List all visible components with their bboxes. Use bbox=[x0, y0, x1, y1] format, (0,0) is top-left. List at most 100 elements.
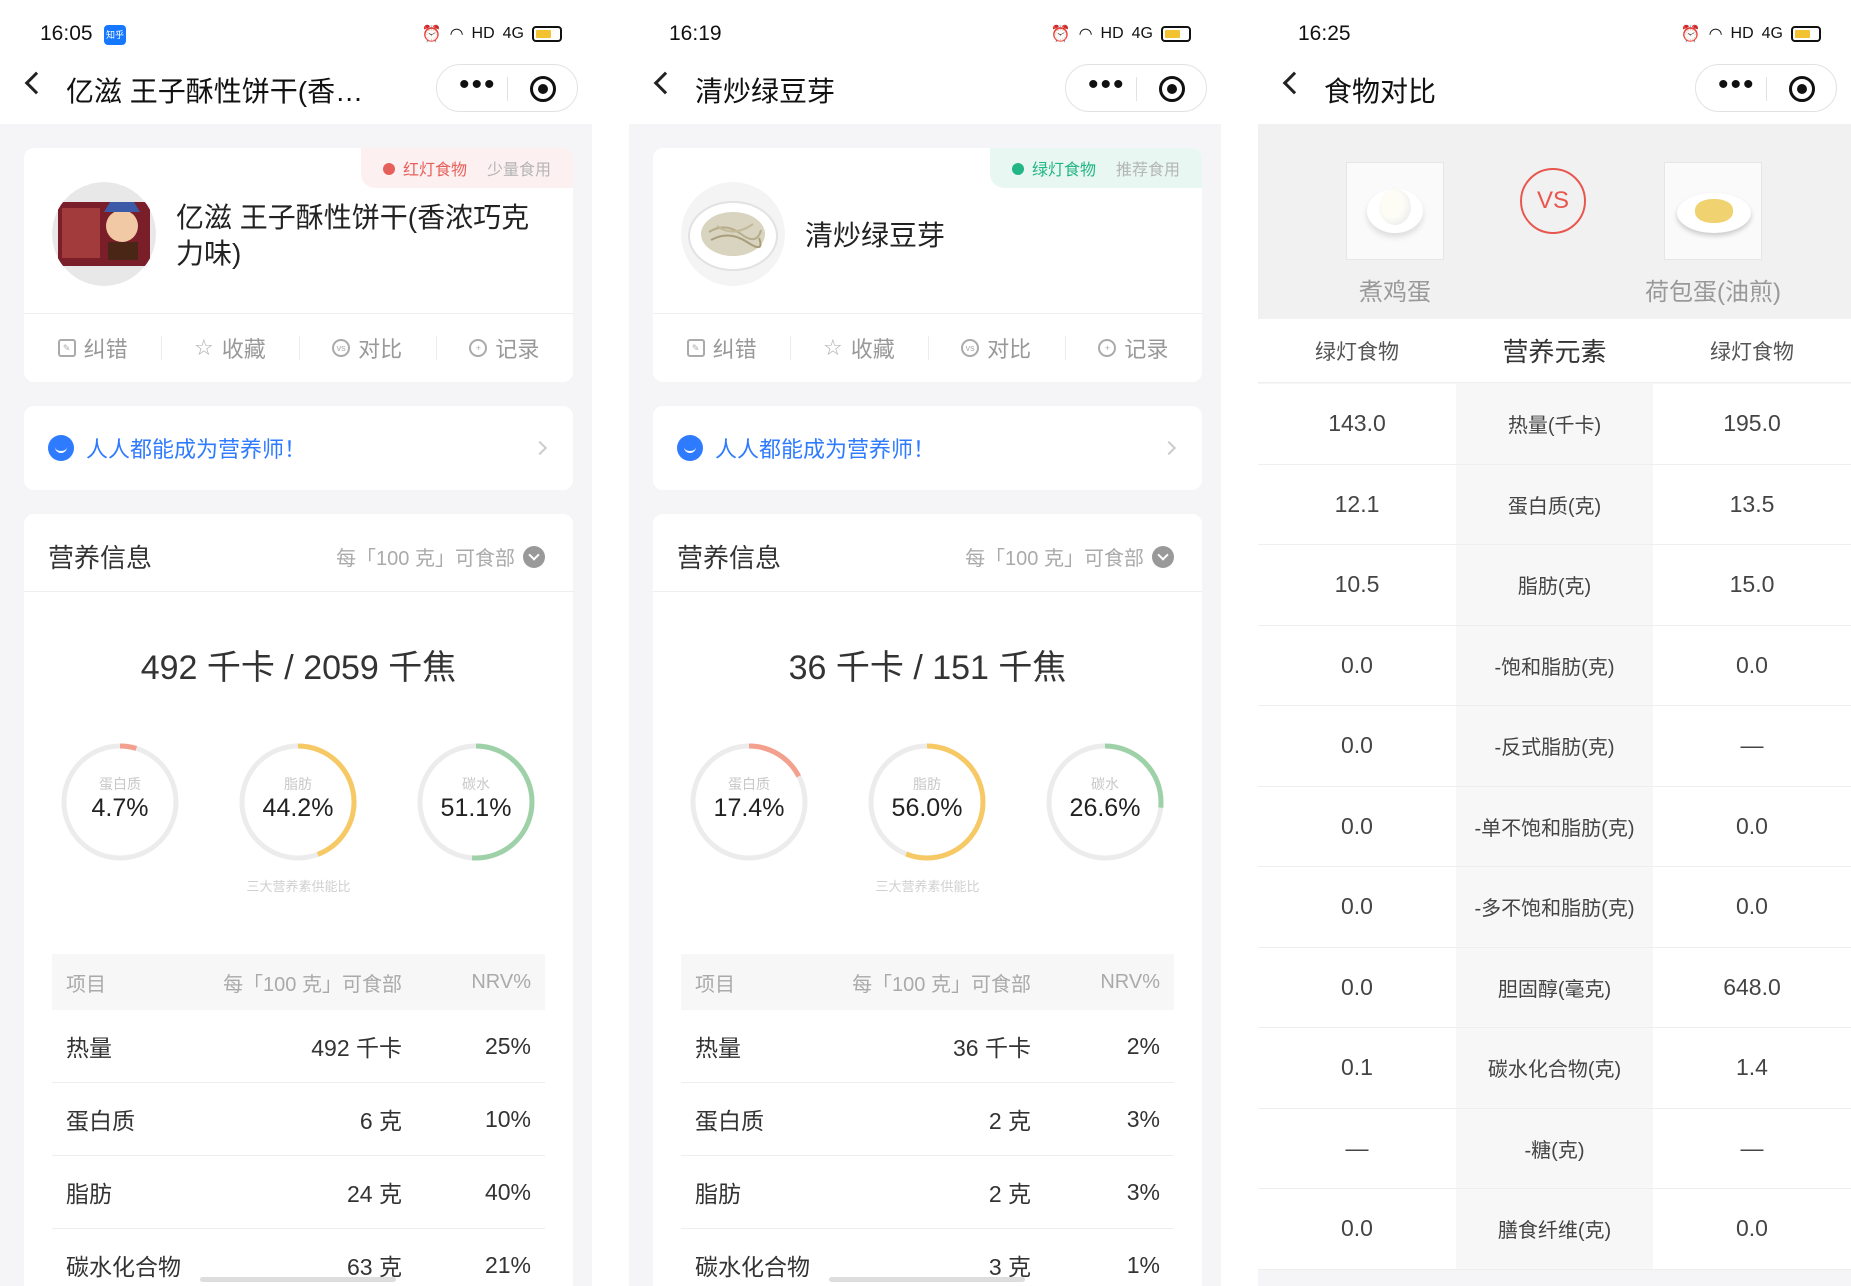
nutrition-card: 营养信息 每「100 克」可食部 36 千卡 / 151 千焦 蛋白质 17.4… bbox=[653, 514, 1202, 1286]
alarm-icon: ⏰ bbox=[421, 26, 442, 43]
energy-summary: 492 千卡 / 2059 千焦 bbox=[140, 649, 457, 687]
back-arrow-icon[interactable] bbox=[1282, 71, 1306, 95]
back-arrow-icon[interactable] bbox=[653, 71, 677, 95]
carb-ring: 碳水 26.6% bbox=[1045, 742, 1165, 862]
favorite-button[interactable]: ☆ 收藏 bbox=[161, 314, 298, 382]
protein-ring: 蛋白质 4.7% bbox=[60, 742, 180, 862]
banner-text: 人人都能成为营养师！ bbox=[86, 437, 307, 462]
correction-label: 纠错 bbox=[83, 337, 128, 362]
light-tag: 红灯食物 少量食用 bbox=[360, 148, 573, 188]
unit-selector[interactable]: 每「100 克」可食部 bbox=[336, 542, 545, 571]
status-time: 16:05 bbox=[40, 22, 93, 45]
record-button[interactable]: + 记录 bbox=[435, 314, 573, 382]
nutrient-name: 脂肪(克) bbox=[1456, 545, 1653, 625]
nutrition-header: 营养信息 每「100 克」可食部 bbox=[24, 514, 573, 592]
row-nrv: 3% bbox=[1126, 1178, 1160, 1205]
left-value: 0.0 bbox=[1341, 812, 1373, 839]
right-value: 0.0 bbox=[1736, 812, 1768, 839]
back-arrow-icon[interactable] bbox=[24, 71, 48, 95]
nutrient-name: 胆固醇(毫克) bbox=[1456, 947, 1653, 1027]
col-amount: 每「100 克」可食部 bbox=[852, 973, 1031, 996]
food-image-biscuit bbox=[52, 182, 156, 286]
app-badge: 知乎 bbox=[104, 25, 126, 45]
scroll-indicator[interactable] bbox=[200, 1277, 396, 1282]
signal-icon: 4G bbox=[502, 25, 524, 42]
left-value: 10.5 bbox=[1334, 571, 1380, 598]
col-item: 项目 bbox=[66, 973, 106, 996]
compare-table: 143.0 热量(千卡) 195.0 12.1 蛋白质(克) 13.5 10.5 脂肪(克) 1… bbox=[1258, 384, 1851, 1270]
top-bar: 16:25 ⏰ ◠ HD 4G 食物对比 ••• bbox=[1258, 0, 1851, 124]
boiled-egg-image[interactable] bbox=[1346, 162, 1444, 260]
scroll-indicator[interactable] bbox=[829, 1277, 1025, 1282]
wifi-icon: ◠ bbox=[1078, 26, 1093, 43]
more-button[interactable]: ••• bbox=[1088, 70, 1126, 100]
table-row: 0.0 -单不饱和脂肪(克) 0.0 bbox=[1258, 786, 1851, 867]
energy-summary: 36 千卡 / 151 千焦 bbox=[788, 649, 1067, 687]
correction-button[interactable]: ✎ 纠错 bbox=[653, 314, 790, 382]
col-amount: 每「100 克」可食部 bbox=[223, 973, 402, 996]
favorite-label: 收藏 bbox=[221, 337, 266, 362]
fried-egg-icon bbox=[1677, 193, 1751, 233]
table-row: 0.0 -多不饱和脂肪(克) 0.0 bbox=[1258, 867, 1851, 948]
table-row: 143.0 热量(千卡) 195.0 bbox=[1258, 384, 1851, 465]
compare-button[interactable]: vs 对比 bbox=[298, 314, 436, 382]
vs-icon: vs bbox=[332, 339, 351, 357]
right-value: 0.0 bbox=[1736, 651, 1768, 678]
food-header-card: 绿灯食物 推荐食用 清炒绿豆芽 ✎ 纠错 ☆ 收藏 vs 对比 + 记录 bbox=[653, 148, 1202, 382]
row-nrv: 2% bbox=[1126, 1032, 1160, 1059]
banner-link[interactable]: 人人都能成为营养师！ bbox=[653, 406, 1202, 490]
ratio-caption: 三大营养素供能比 bbox=[246, 879, 351, 894]
row-amount: 2 克 bbox=[988, 1181, 1031, 1207]
col-item: 项目 bbox=[695, 973, 735, 996]
right-food-name: 荷包蛋(油煎) bbox=[1645, 279, 1781, 306]
favorite-button[interactable]: ☆ 收藏 bbox=[790, 314, 927, 382]
nutrient-name: 热量(千卡) bbox=[1456, 384, 1653, 464]
nutrition-table: 项目 每「100 克」可食部 NRV% 热量 492 千卡 25% 蛋白质 6 克 10… bbox=[52, 954, 545, 1286]
left-value: 0.1 bbox=[1341, 1054, 1373, 1081]
carb-value: 51.1% bbox=[440, 794, 512, 822]
nav-title: 亿滋 王子酥性饼干(香浓... bbox=[66, 76, 386, 107]
row-nrv: 3% bbox=[1126, 1105, 1160, 1132]
record-label: 记录 bbox=[1124, 337, 1169, 362]
carb-ring: 碳水 51.1% bbox=[416, 742, 536, 862]
unit-label: 每「100 克」可食部 bbox=[336, 548, 515, 570]
row-amount: 6 克 bbox=[359, 1108, 402, 1134]
hd-label: HD bbox=[1100, 25, 1124, 42]
left-value: 0.0 bbox=[1341, 973, 1373, 1000]
more-button[interactable]: ••• bbox=[459, 70, 497, 100]
top-bar: 16:19 ⏰ ◠ HD 4G 清炒绿豆芽 ••• bbox=[629, 0, 1221, 124]
table-row: 脂肪 2 克 3% bbox=[681, 1156, 1174, 1229]
right-value: 0.0 bbox=[1736, 893, 1768, 920]
favorite-label: 收藏 bbox=[850, 337, 895, 362]
nutrient-name: 膳食纤维(克) bbox=[1456, 1189, 1653, 1269]
compare-button[interactable]: vs 对比 bbox=[927, 314, 1065, 382]
food-name: 亿滋 王子酥性饼干(香浓巧克力味) bbox=[176, 202, 530, 269]
compare-table-header: 绿灯食物 营养元素 绿灯食物 bbox=[1258, 319, 1851, 383]
more-button[interactable]: ••• bbox=[1718, 70, 1756, 100]
close-target-icon[interactable] bbox=[530, 76, 556, 102]
table-row: 0.0 胆固醇(毫克) 648.0 bbox=[1258, 947, 1851, 1028]
row-amount: 2 克 bbox=[988, 1108, 1031, 1134]
record-button[interactable]: + 记录 bbox=[1064, 314, 1202, 382]
table-row: 10.5 脂肪(克) 15.0 bbox=[1258, 545, 1851, 626]
food-image-bean-sprouts bbox=[681, 182, 785, 286]
nutrition-title: 营养信息 bbox=[677, 543, 782, 573]
unit-selector[interactable]: 每「100 克」可食部 bbox=[965, 542, 1174, 571]
compare-label: 对比 bbox=[987, 337, 1032, 362]
chevron-right-icon bbox=[532, 440, 548, 456]
row-item: 蛋白质 bbox=[66, 1108, 135, 1134]
right-value: 13.5 bbox=[1729, 490, 1775, 517]
alarm-icon: ⏰ bbox=[1050, 26, 1071, 43]
green-dot-icon bbox=[1011, 163, 1024, 175]
left-value: 143.0 bbox=[1328, 410, 1386, 437]
close-target-icon[interactable] bbox=[1159, 76, 1185, 102]
row-item: 脂肪 bbox=[66, 1181, 112, 1207]
fried-egg-image[interactable] bbox=[1664, 162, 1762, 260]
wifi-icon: ◠ bbox=[449, 26, 464, 43]
close-target-icon[interactable] bbox=[1789, 76, 1815, 102]
banner-link[interactable]: 人人都能成为营养师！ bbox=[24, 406, 573, 490]
red-dot-icon bbox=[382, 163, 395, 175]
correction-button[interactable]: ✎ 纠错 bbox=[24, 314, 161, 382]
action-bar: ✎ 纠错 ☆ 收藏 vs 对比 + 记录 bbox=[653, 313, 1202, 382]
capsule-divider bbox=[1136, 77, 1137, 101]
